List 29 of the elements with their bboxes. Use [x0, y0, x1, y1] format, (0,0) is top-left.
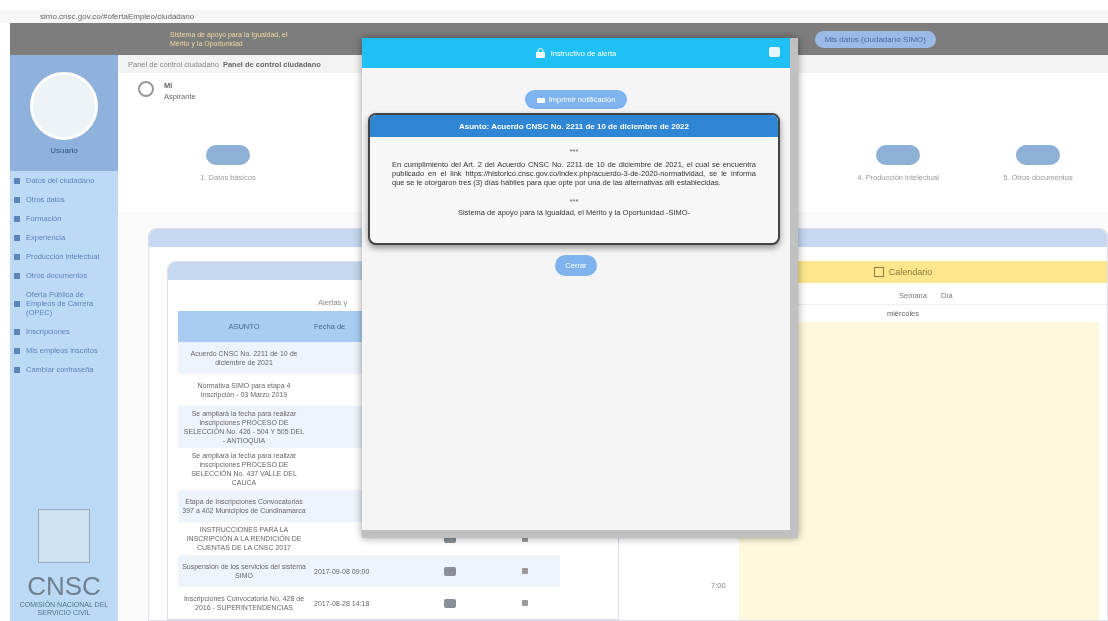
tray-icon[interactable]	[444, 566, 456, 576]
menu-item-icon	[14, 196, 20, 203]
calendar-title: Calendario	[888, 267, 933, 277]
tray-icon[interactable]	[444, 598, 456, 608]
menu-item-icon	[14, 366, 20, 373]
address-bar[interactable]: simo.cnsc.gov.co/#ofertaEmpleo/ciudadano	[40, 12, 195, 21]
menu-item-icon	[14, 253, 20, 260]
step-button[interactable]	[876, 145, 920, 165]
logo-text: CNSC	[27, 573, 101, 599]
seal-picture	[38, 509, 90, 563]
menu-item-icon	[14, 328, 20, 335]
printer-icon	[536, 96, 545, 103]
user-name: Usuario	[50, 145, 78, 155]
calendar-icon	[873, 267, 884, 277]
menu-item-icon	[14, 272, 20, 279]
notice-subject: Asunto: Acuerdo CNSC No. 2211 de 10 de diciembre de 2022	[370, 115, 778, 137]
menu-item-icon	[14, 234, 20, 241]
user-button[interactable]: Mis datos (ciudadano SIMO)	[814, 30, 936, 48]
square-icon[interactable]	[522, 568, 528, 574]
user-icon	[138, 81, 154, 97]
step-button[interactable]	[1016, 145, 1060, 165]
menu-item-icon	[14, 215, 20, 222]
menu-item-icon	[14, 347, 20, 354]
menu-item-icon	[14, 177, 20, 184]
square-icon[interactable]	[522, 600, 528, 606]
step-button[interactable]	[206, 145, 250, 165]
menu-item-icon	[14, 300, 20, 307]
close-button[interactable]	[769, 47, 780, 57]
lock-icon	[535, 48, 545, 58]
